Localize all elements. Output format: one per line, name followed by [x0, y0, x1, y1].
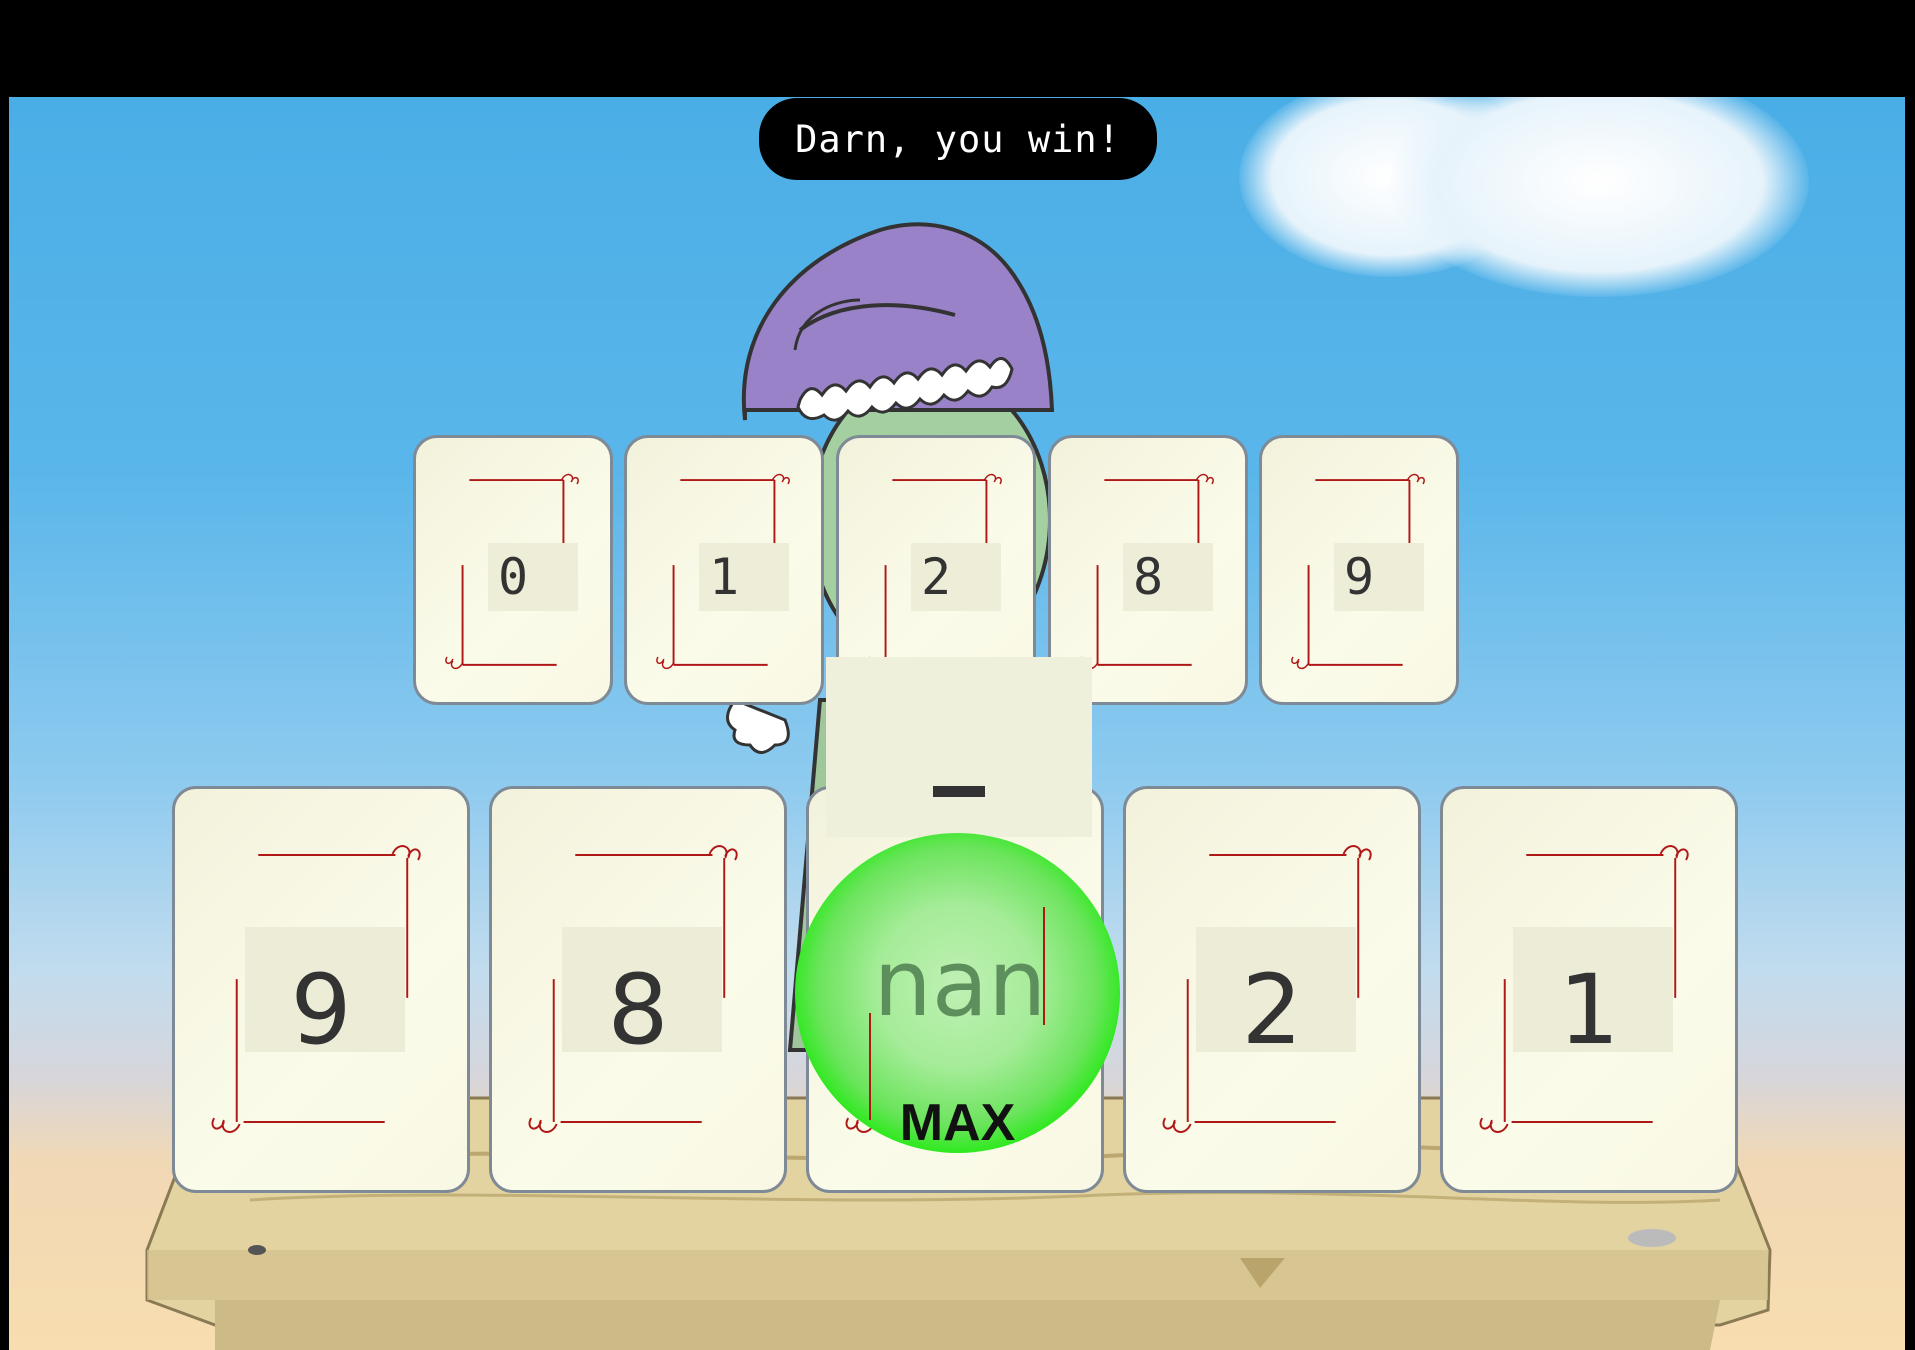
selected-value: nan — [873, 930, 1047, 1037]
max-label: MAX — [899, 1094, 1016, 1152]
